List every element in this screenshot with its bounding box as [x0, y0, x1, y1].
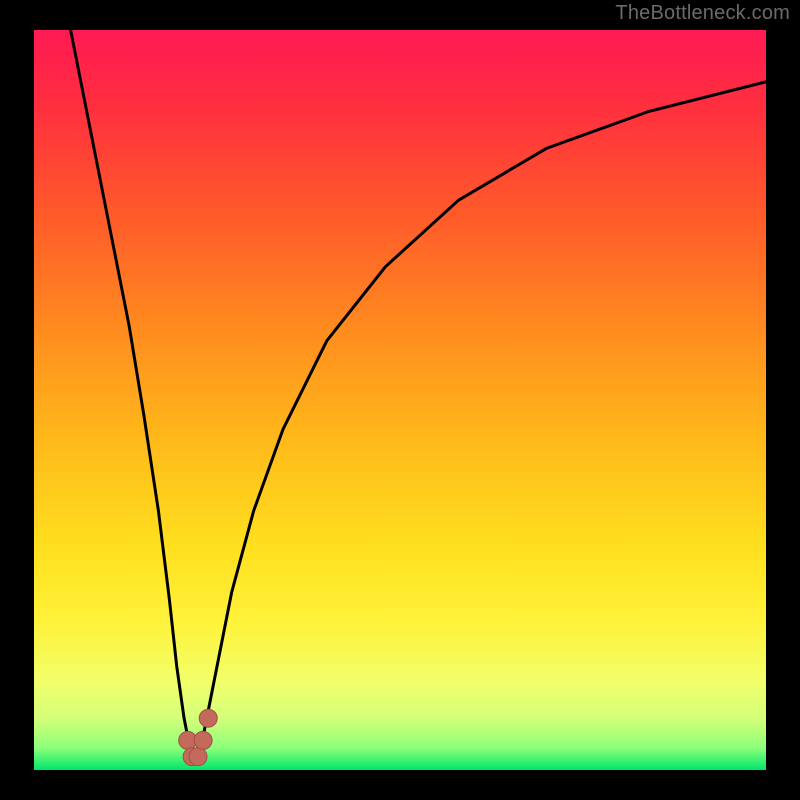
- chart-svg: [34, 30, 766, 770]
- marker-min-right: [194, 731, 212, 749]
- chart-plot-area: [34, 30, 766, 770]
- gradient-background: [34, 30, 766, 770]
- chart-outer-frame: TheBottleneck.com: [0, 0, 800, 800]
- marker-min-upper: [199, 709, 217, 727]
- marker-min-mid-r: [189, 748, 207, 766]
- watermark-text: TheBottleneck.com: [615, 2, 790, 25]
